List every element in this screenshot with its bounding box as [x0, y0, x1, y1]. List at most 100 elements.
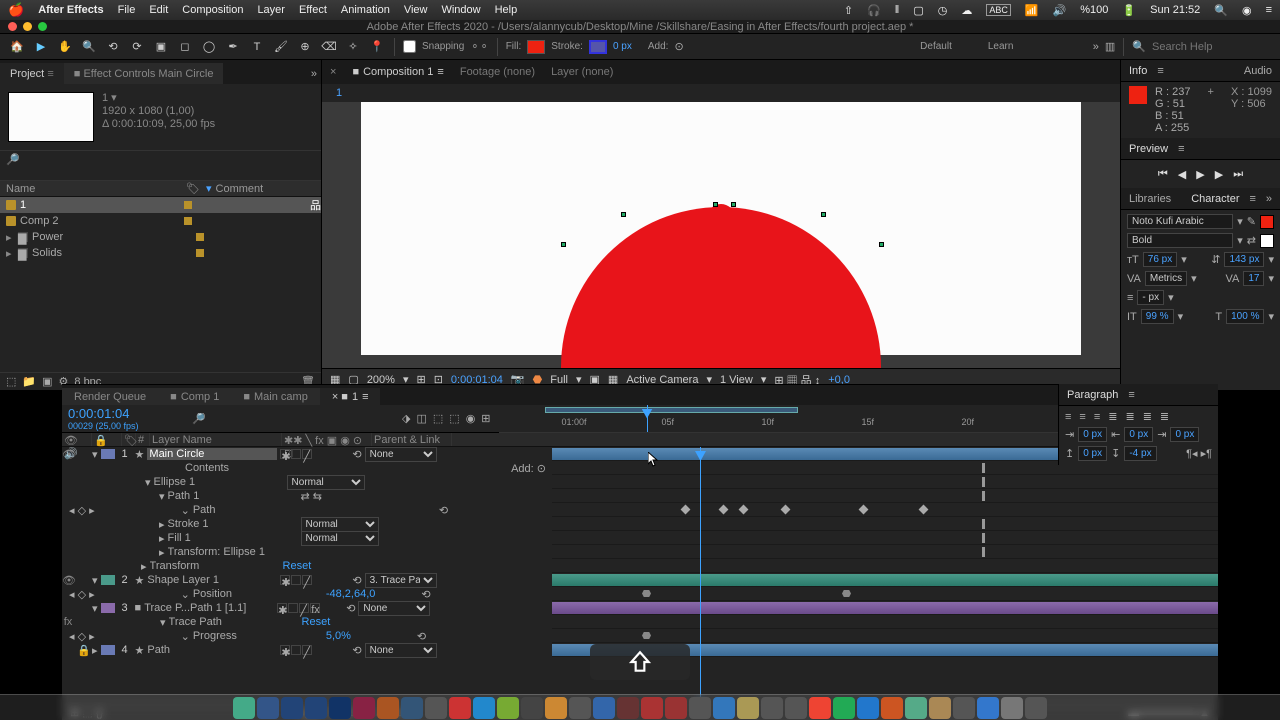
dock-finder-icon[interactable] [233, 697, 255, 719]
dock-app-icon[interactable] [449, 697, 471, 719]
last-frame-icon[interactable]: ⏭ [1233, 168, 1243, 181]
current-time[interactable]: 0:00:01:04 00029 (25,00 fps) [62, 406, 192, 431]
search-icon[interactable]: 🔍 [1132, 40, 1146, 53]
dock-app-icon[interactable] [761, 697, 783, 719]
project-item-1[interactable]: 1品 [0, 197, 321, 213]
dock-app-icon[interactable] [929, 697, 951, 719]
panel-overflow-icon[interactable]: » [307, 64, 321, 84]
dock-app-icon[interactable] [305, 697, 327, 719]
align-center-icon[interactable]: ≡ [1079, 411, 1085, 423]
justify-center-icon[interactable]: ≣ [1125, 410, 1134, 423]
menu-edit[interactable]: Edit [149, 4, 168, 16]
project-column-headers[interactable]: Name 🏷▾ Comment [0, 181, 321, 197]
notification-center-icon[interactable]: ≡ [1266, 4, 1272, 16]
dock-app-icon[interactable] [425, 697, 447, 719]
motionblur-icon[interactable]: ◉ [466, 412, 476, 425]
composition-viewport[interactable] [322, 102, 1120, 368]
dock-app-icon[interactable] [809, 697, 831, 719]
menu-effect[interactable]: Effect [299, 4, 327, 16]
menu-composition[interactable]: Composition [182, 4, 243, 16]
clone-tool-icon[interactable]: ⊕ [296, 38, 314, 56]
dock-app-icon[interactable] [545, 697, 567, 719]
hand-tool-icon[interactable]: ✋ [56, 38, 74, 56]
fill-swatch[interactable] [527, 40, 545, 54]
leading[interactable]: 143 px [1224, 252, 1264, 267]
dock-app-icon[interactable] [833, 697, 855, 719]
dock-app-icon[interactable] [257, 697, 279, 719]
home-button[interactable]: 🏠 [8, 38, 26, 56]
tab-composition[interactable]: ■ Composition 1 ≡ [352, 66, 443, 78]
dock-app-icon[interactable] [353, 697, 375, 719]
dock-app-icon[interactable] [785, 697, 807, 719]
dock-app-icon[interactable] [857, 697, 879, 719]
align-right-icon[interactable]: ≡ [1094, 411, 1100, 423]
tab-footage[interactable]: Footage (none) [460, 66, 535, 78]
apple-menu-icon[interactable]: 🍎 [8, 2, 24, 18]
ellipse-tool-icon[interactable]: ◯ [200, 38, 218, 56]
status-headphones-icon[interactable]: 🎧 [867, 4, 881, 17]
stroke-swatch[interactable] [589, 40, 607, 54]
status-cloud-icon[interactable]: ☁ [961, 4, 972, 17]
dock-app-icon[interactable] [377, 697, 399, 719]
comp-breadcrumb[interactable]: 1 [322, 84, 1120, 102]
first-frame-icon[interactable]: ⏮ [1158, 168, 1168, 181]
macos-dock[interactable] [0, 694, 1280, 720]
workspace-menu-icon[interactable]: ▥ [1105, 40, 1115, 53]
project-item-power[interactable]: ▸▇Power [0, 229, 321, 245]
dock-app-icon[interactable] [665, 697, 687, 719]
tab-paragraph[interactable]: Paragraph [1067, 389, 1118, 401]
interpret-icon[interactable]: ⬚ [6, 375, 16, 388]
current-time-indicator[interactable] [647, 405, 648, 432]
tab-character[interactable]: Character [1191, 193, 1239, 205]
stroke-width[interactable]: 0 px [613, 41, 632, 52]
orbit-tool-icon[interactable]: ⟲ [104, 38, 122, 56]
search-help-input[interactable] [1152, 41, 1272, 53]
window-titlebar[interactable]: Adobe After Effects 2020 - /Users/alanny… [0, 20, 1280, 34]
app-menu[interactable]: After Effects [38, 4, 103, 16]
justify-right-icon[interactable]: ≣ [1143, 410, 1152, 423]
layer-main-circle[interactable]: 👁▾1★Main Circle✱╱⟲None [62, 447, 1218, 461]
menu-view[interactable]: View [404, 4, 428, 16]
zoom-tool-icon[interactable]: 🔍 [80, 38, 98, 56]
stroke-w[interactable]: - px [1137, 290, 1164, 305]
dock-app-icon[interactable] [401, 697, 423, 719]
menu-help[interactable]: Help [495, 4, 518, 16]
battery-icon[interactable]: 🔋 [1122, 4, 1136, 17]
dock-app-icon[interactable] [569, 697, 591, 719]
menu-window[interactable]: Window [441, 4, 480, 16]
tab-audio[interactable]: Audio [1244, 65, 1272, 77]
roto-tool-icon[interactable]: ✧ [344, 38, 362, 56]
align-left-icon[interactable]: ≡ [1065, 411, 1071, 423]
prev-frame-icon[interactable]: ◀ [1178, 168, 1186, 181]
add-menu-icon[interactable]: ⊙ [674, 40, 683, 53]
pen-tool-icon[interactable]: ✒ [224, 38, 242, 56]
tab-active-comp[interactable]: × ■ 1 ≡ [320, 388, 381, 405]
tab-libraries[interactable]: Libraries [1129, 193, 1171, 205]
eraser-tool-icon[interactable]: ⌫ [320, 38, 338, 56]
dock-trash-icon[interactable] [1025, 697, 1047, 719]
anchor-tool-icon[interactable]: ▣ [152, 38, 170, 56]
menu-file[interactable]: File [118, 4, 136, 16]
small-blob-shape[interactable] [707, 204, 735, 232]
selection-tool-icon[interactable]: ▶ [32, 38, 50, 56]
dock-app-icon[interactable] [521, 697, 543, 719]
tab-preview[interactable]: Preview [1129, 143, 1168, 155]
tab-effect-controls[interactable]: ■ Effect Controls Main Circle [64, 63, 224, 84]
workspace-default[interactable]: Default [920, 41, 952, 52]
rotate-tool-icon[interactable]: ⟳ [128, 38, 146, 56]
justify-all-icon[interactable]: ≣ [1160, 410, 1169, 423]
shy-icon[interactable]: ⬚ [433, 412, 443, 425]
clock[interactable]: Sun 21:52 [1150, 4, 1200, 16]
dock-app-icon[interactable] [905, 697, 927, 719]
comp-canvas[interactable] [361, 102, 1081, 355]
macos-menubar[interactable]: 🍎 After Effects File Edit Composition La… [0, 0, 1280, 20]
status-upload-icon[interactable]: ⇧ [844, 4, 853, 17]
menu-animation[interactable]: Animation [341, 4, 390, 16]
window-minimize-button[interactable] [23, 22, 32, 31]
eyedropper-icon[interactable]: ✎ [1247, 215, 1256, 228]
work-area[interactable] [545, 407, 798, 413]
vscale[interactable]: 100 % [1226, 309, 1264, 324]
window-close-button[interactable] [8, 22, 17, 31]
dock-app-icon[interactable] [1001, 697, 1023, 719]
volume-icon[interactable]: 🔊 [1053, 4, 1067, 17]
